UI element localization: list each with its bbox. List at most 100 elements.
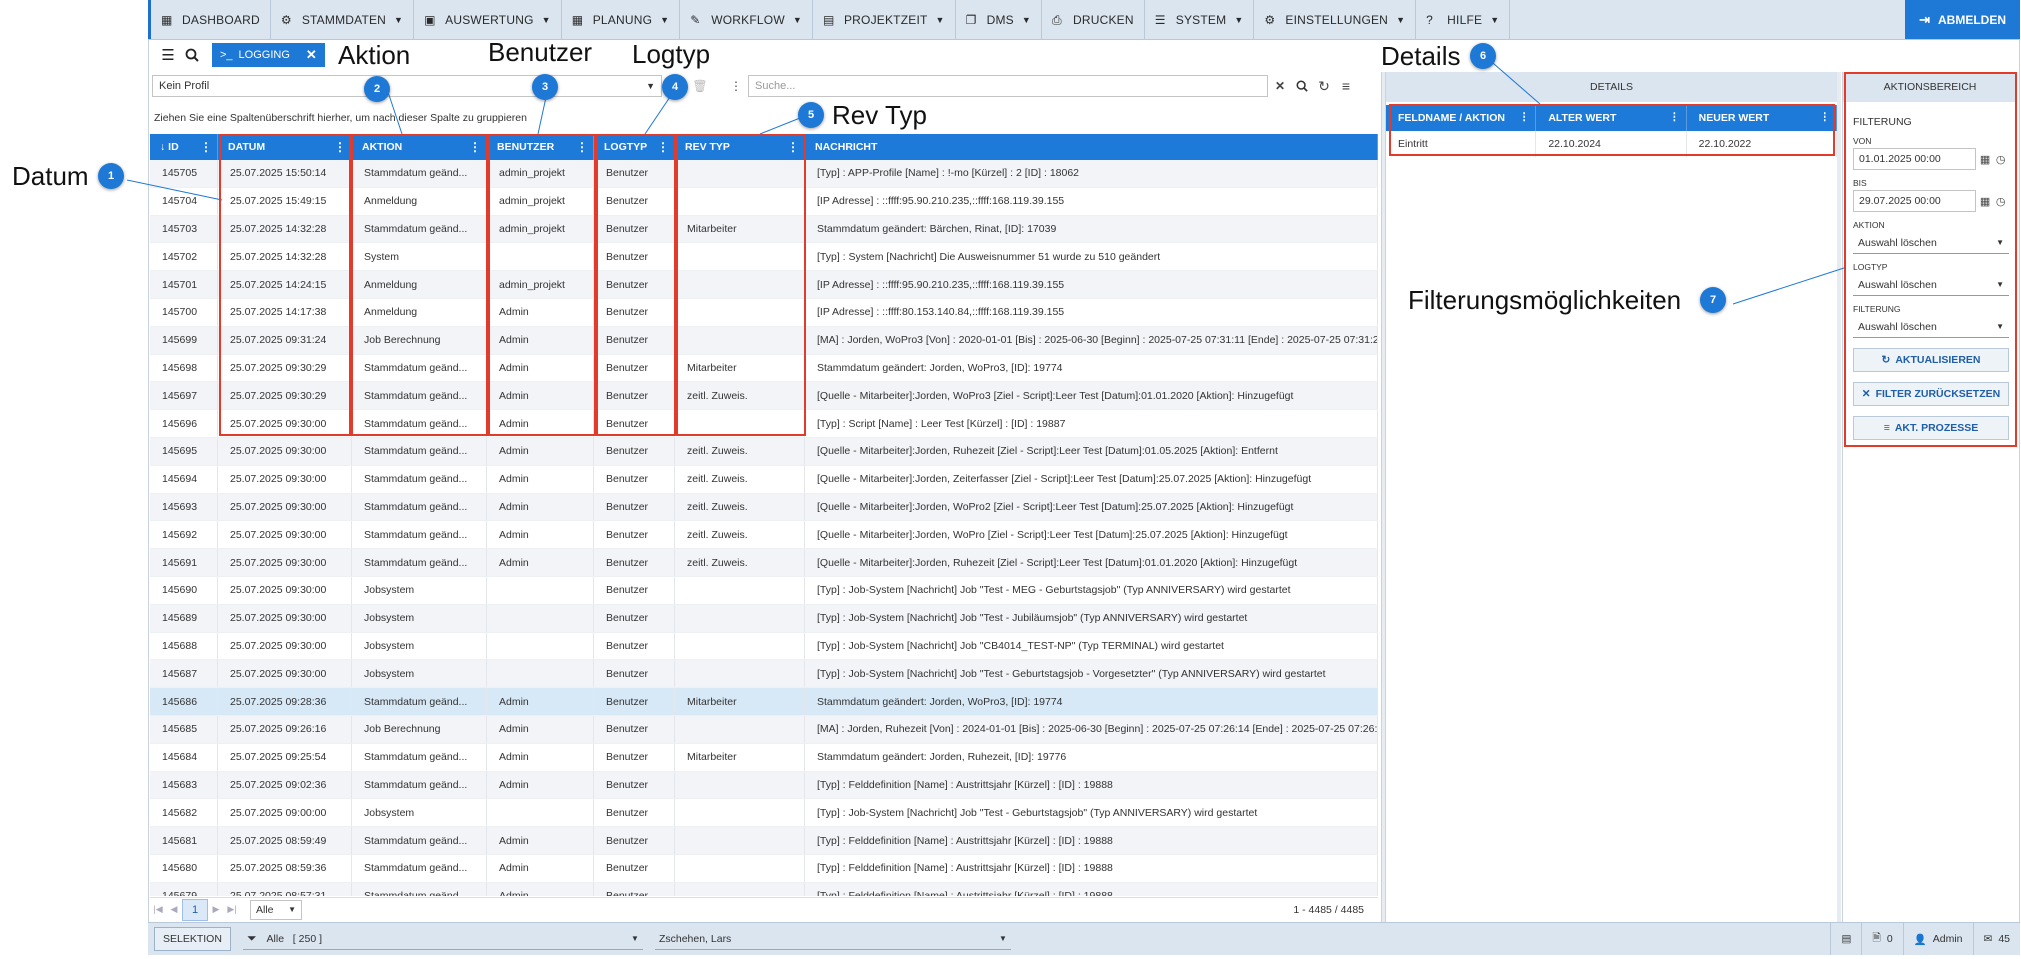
hamburger-menu-icon[interactable]: ☰: [156, 43, 180, 67]
table-row[interactable]: 145680 25.07.2025 08:59:36 Stammdatum geän…: [150, 854, 1378, 883]
column-header-datum[interactable]: DATUM ⋮: [218, 134, 352, 160]
column-header-logtyp[interactable]: LOGTYP ⋮: [594, 134, 675, 160]
profile-select[interactable]: Kein Profil ▼: [152, 75, 662, 97]
clock-icon[interactable]: ◷: [1994, 153, 2007, 166]
column-header-id[interactable]: ↓ ID ⋮: [150, 134, 218, 160]
table-row[interactable]: 145681 25.07.2025 08:59:49 Stammdatum geän…: [150, 827, 1378, 855]
nav-item-dms[interactable]: ❐ DMS ▼: [956, 0, 1043, 39]
details-column-header[interactable]: FELDNAME / AKTION ⋮: [1386, 105, 1537, 131]
table-row[interactable]: 145699 25.07.2025 09:31:24 Job Berechnung A…: [150, 326, 1378, 355]
refresh-icon[interactable]: ↻: [1314, 75, 1334, 97]
table-row[interactable]: 145703 25.07.2025 14:32:28 Stammdatum geän…: [150, 215, 1378, 244]
user-menu[interactable]: 👤 Admin: [1902, 923, 1973, 955]
splitter-right[interactable]: [1837, 72, 1841, 922]
search-icon[interactable]: [180, 43, 204, 67]
prev-page-icon[interactable]: ◀: [166, 904, 182, 915]
nav-item-planung[interactable]: ▦ PLANUNG ▼: [562, 0, 681, 39]
logtyp-select[interactable]: Auswahl löschen ▼: [1853, 274, 2009, 296]
tab-logging[interactable]: >_ LOGGING ✕: [212, 43, 325, 67]
column-menu-icon[interactable]: ⋮: [200, 140, 212, 154]
cell-rev-typ: [675, 271, 805, 298]
table-row[interactable]: 145691 25.07.2025 09:30:00 Stammdatum geän…: [150, 549, 1378, 577]
column-menu-icon[interactable]: ⋮: [1669, 111, 1680, 123]
logout-button[interactable]: ⇥ ABMELDEN: [1905, 0, 2020, 39]
column-menu-icon[interactable]: ⋮: [334, 140, 346, 154]
column-menu-icon[interactable]: ⋮: [657, 140, 669, 154]
table-row[interactable]: 145704 25.07.2025 15:49:15 Anmeldung admin_…: [150, 187, 1378, 216]
column-menu-icon[interactable]: ⋮: [576, 140, 588, 154]
table-row[interactable]: 145684 25.07.2025 09:25:54 Stammdatum geän…: [150, 743, 1378, 772]
clock-icon[interactable]: ◷: [1994, 195, 2007, 208]
details-row[interactable]: Eintritt 22.10.2024 22.10.2022: [1386, 131, 1837, 157]
table-row[interactable]: 145700 25.07.2025 14:17:38 Anmeldung Admin B…: [150, 298, 1378, 327]
column-header-aktion[interactable]: AKTION ⋮: [352, 134, 487, 160]
search-submit-icon[interactable]: [1292, 75, 1312, 97]
calendar-icon[interactable]: ▦: [1979, 153, 1992, 166]
aktion-select[interactable]: Auswahl löschen ▼: [1853, 232, 2009, 254]
selection-button[interactable]: SELEKTION: [154, 927, 231, 951]
table-row[interactable]: 145698 25.07.2025 09:30:29 Stammdatum geän…: [150, 354, 1378, 383]
filter-select[interactable]: ⏷ Alle [ 250 ] ▼: [242, 928, 643, 950]
table-row[interactable]: 145682 25.07.2025 09:00:00 Jobsystem Benutz…: [150, 799, 1378, 828]
table-row[interactable]: 145705 25.07.2025 15:50:14 Stammdatum geän…: [150, 160, 1378, 188]
table-row[interactable]: 145702 25.07.2025 14:32:28 System Benutzer […: [150, 243, 1378, 272]
column-menu-icon[interactable]: ⋮: [469, 140, 481, 154]
calendar-icon[interactable]: ▦: [1979, 195, 1992, 208]
bis-input[interactable]: 29.07.2025 00:00: [1853, 190, 1976, 212]
column-options-icon[interactable]: ⋮: [726, 75, 746, 97]
column-menu-icon[interactable]: ⋮: [1819, 111, 1830, 123]
nav-item-projektzeit[interactable]: ▤ PROJEKTZEIT ▼: [813, 0, 956, 39]
details-column-header[interactable]: NEUER WERT ⋮: [1687, 105, 1837, 131]
column-menu-icon[interactable]: ⋮: [787, 140, 799, 154]
table-row[interactable]: 145683 25.07.2025 09:02:36 Stammdatum geän…: [150, 771, 1378, 800]
nav-item-dashboard[interactable]: ▦ DASHBOARD: [148, 0, 271, 39]
nav-item-hilfe[interactable]: ? HILFE ▼: [1416, 0, 1511, 39]
table-row[interactable]: 145701 25.07.2025 14:24:15 Anmeldung admin_…: [150, 271, 1378, 299]
cell-nachricht: [Quelle - Mitarbeiter]:Jorden, Ruhezeit …: [805, 437, 1378, 465]
von-input[interactable]: 01.01.2025 00:00: [1853, 148, 1976, 170]
pdf-counter[interactable]: 🗎 0: [1861, 923, 1902, 955]
nav-item-drucken[interactable]: ⎙ DRUCKEN: [1042, 0, 1145, 39]
refresh-button[interactable]: ↻ AKTUALISIEREN: [1853, 348, 2009, 372]
column-header-benutzer[interactable]: BENUTZER ⋮: [487, 134, 594, 160]
column-menu-icon[interactable]: ⋮: [1519, 111, 1530, 123]
page-size-select[interactable]: Alle ▼: [250, 899, 302, 920]
filterung-select[interactable]: Auswahl löschen ▼: [1853, 316, 2009, 338]
table-row[interactable]: 145695 25.07.2025 09:30:00 Stammdatum geän…: [150, 437, 1378, 466]
server-icon[interactable]: ▤: [1830, 923, 1861, 955]
nav-item-stammdaten[interactable]: ⚙ STAMMDATEN ▼: [271, 0, 415, 39]
search-input[interactable]: Suche...: [748, 75, 1268, 97]
reset-filter-button[interactable]: ✕ FILTER ZURÜCKSETZEN: [1853, 382, 2009, 406]
table-row[interactable]: 145690 25.07.2025 09:30:00 Jobsystem Benutz…: [150, 576, 1378, 605]
user-select[interactable]: Zschehen, Lars ▼: [654, 928, 1011, 950]
mail-counter[interactable]: ✉ 45: [1972, 923, 2021, 955]
current-page[interactable]: 1: [182, 898, 208, 921]
first-page-icon[interactable]: |◀: [150, 904, 166, 915]
cell-logtyp: Benutzer: [594, 549, 675, 576]
column-header-nachricht[interactable]: NACHRICHT: [805, 134, 1378, 160]
table-row[interactable]: 145685 25.07.2025 09:26:16 Job Berechnung A…: [150, 715, 1378, 744]
clear-search-icon[interactable]: ✕: [1270, 75, 1290, 97]
table-row[interactable]: 145696 25.07.2025 09:30:00 Stammdatum geän…: [150, 410, 1378, 438]
close-icon[interactable]: ✕: [306, 47, 317, 63]
table-row[interactable]: 145693 25.07.2025 09:30:00 Stammdatum geän…: [150, 493, 1378, 522]
nav-item-system[interactable]: ☰ SYSTEM ▼: [1145, 0, 1255, 39]
processes-button[interactable]: ≡ AKT. PROZESSE: [1853, 416, 2009, 440]
nav-item-workflow[interactable]: ✎ WORKFLOW ▼: [680, 0, 813, 39]
next-page-icon[interactable]: ▶: [208, 904, 224, 915]
column-header-rev-typ[interactable]: REV TYP ⋮: [675, 134, 805, 160]
table-row[interactable]: 145686 25.07.2025 09:28:36 Stammdatum geän…: [150, 688, 1378, 716]
table-row[interactable]: 145687 25.07.2025 09:30:00 Jobsystem Benutz…: [150, 660, 1378, 689]
table-row[interactable]: 145688 25.07.2025 09:30:00 Jobsystem Benutz…: [150, 632, 1378, 661]
table-row[interactable]: 145694 25.07.2025 09:30:00 Stammdatum geän…: [150, 465, 1378, 494]
last-page-icon[interactable]: ▶|: [224, 904, 240, 915]
menu-list-icon[interactable]: ≡: [1336, 75, 1356, 97]
table-row[interactable]: 145689 25.07.2025 09:30:00 Jobsystem Benutz…: [150, 604, 1378, 633]
table-row[interactable]: 145692 25.07.2025 09:30:00 Stammdatum geän…: [150, 521, 1378, 550]
nav-item-einstellungen[interactable]: ⚙ EINSTELLUNGEN ▼: [1254, 0, 1417, 39]
nav-item-auswertung[interactable]: ▣ AUSWERTUNG ▼: [414, 0, 562, 39]
table-row[interactable]: 145697 25.07.2025 09:30:29 Stammdatum geän…: [150, 382, 1378, 411]
details-column-header[interactable]: ALTER WERT ⋮: [1536, 105, 1687, 131]
delete-profile-button[interactable]: 🗑: [690, 75, 710, 97]
table-row[interactable]: 14567925.07.2025 08:57:31Stammdatum geän…: [150, 882, 1378, 896]
